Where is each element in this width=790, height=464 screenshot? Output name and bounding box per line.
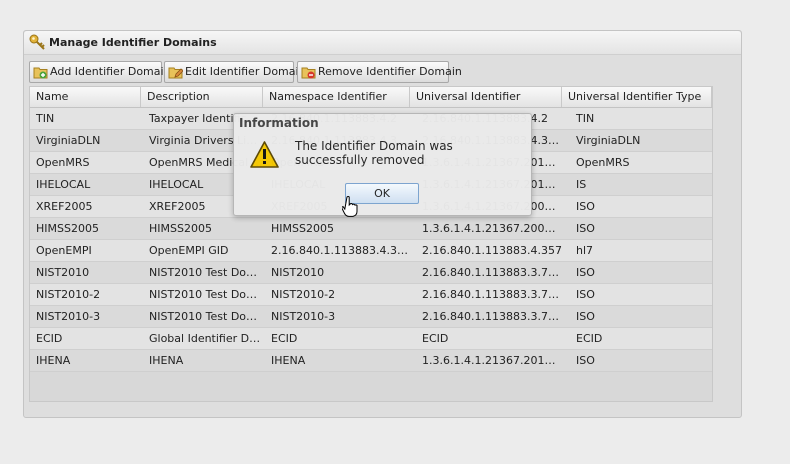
key-icon	[29, 34, 45, 50]
name-cell: ECID	[36, 332, 63, 345]
edit-identifier-domain-button[interactable]: Edit Identifier Domain	[164, 61, 306, 83]
universal-identifier-type-cell: ISO	[576, 200, 595, 213]
table-row[interactable]: NIST2010 NIST2010 Test Dom... NIST2010 2.16…	[30, 262, 712, 284]
add-button-label: Add Identifier Domain	[50, 65, 171, 78]
table-row[interactable]: HIMSS2005 HIMSS2005 HIMSS2005 1.3.6.1.4.1.2…	[30, 218, 712, 240]
remove-button-label: Remove Identifier Domain	[318, 65, 462, 78]
name-cell: XREF2005	[36, 200, 93, 213]
universal-identifier-type-cell: ISO	[576, 222, 595, 235]
folder-add-icon	[33, 67, 48, 79]
universal-identifier-type-cell: TIN	[576, 112, 595, 125]
column-header-universal-identifier[interactable]: Universal Identifier	[410, 87, 562, 107]
manage-identifier-domains-panel: Manage Identifier Domains Add Identifier…	[23, 30, 742, 418]
name-cell: IHELOCAL	[36, 178, 91, 191]
name-cell: NIST2010-3	[36, 310, 101, 323]
table-row[interactable]: IHENA IHENA IHENA 1.3.6.1.4.1.21367.2010.1.…	[30, 350, 712, 372]
warning-icon	[250, 141, 279, 168]
universal-identifier-type-cell: VirginiaDLN	[576, 134, 641, 147]
folder-remove-icon	[301, 67, 316, 79]
description-cell: NIST2010 Test Dom...	[149, 288, 263, 301]
name-cell: OpenEMPI	[36, 244, 92, 257]
description-cell: NIST2010 Test Dom...	[149, 266, 263, 279]
description-cell: OpenEMPI GID	[149, 244, 229, 257]
table-row[interactable]: NIST2010-2 NIST2010 Test Dom... NIST2010-2…	[30, 284, 712, 306]
name-cell: HIMSS2005	[36, 222, 99, 235]
description-cell: HIMSS2005	[149, 222, 212, 235]
namespace-identifier-cell: HIMSS2005	[271, 222, 334, 235]
universal-identifier-cell: 2.16.840.1.113883.3.72.5.9.1	[422, 266, 562, 279]
dialog-title: Information	[239, 116, 319, 130]
table-row[interactable]: OpenEMPI OpenEMPI GID 2.16.840.1.113883.4.…	[30, 240, 712, 262]
column-header-description[interactable]: Description	[141, 87, 263, 107]
namespace-identifier-cell: NIST2010	[271, 266, 325, 279]
folder-edit-icon	[168, 67, 183, 79]
table-row[interactable]: NIST2010-3 NIST2010 Test Dom... NIST2010-3…	[30, 306, 712, 328]
universal-identifier-type-cell: IS	[576, 178, 587, 191]
hand-pointer-icon	[342, 196, 358, 217]
name-cell: OpenMRS	[36, 156, 90, 169]
column-header-namespace-identifier[interactable]: Namespace Identifier	[263, 87, 410, 107]
namespace-identifier-cell: 2.16.840.1.113883.4.357	[271, 244, 410, 257]
name-cell: VirginiaDLN	[36, 134, 101, 147]
universal-identifier-cell: 2.16.840.1.113883.3.72.5.9.2	[422, 288, 562, 301]
universal-identifier-type-cell: ISO	[576, 266, 595, 279]
name-cell: NIST2010	[36, 266, 90, 279]
universal-identifier-cell: 2.16.840.1.113883.4.357	[422, 244, 562, 257]
panel-header: Manage Identifier Domains	[24, 31, 741, 55]
universal-identifier-type-cell: OpenMRS	[576, 156, 630, 169]
universal-identifier-type-cell: ISO	[576, 310, 595, 323]
panel-title: Manage Identifier Domains	[49, 36, 217, 49]
information-dialog: Information The Identifier Domain was su…	[233, 113, 532, 216]
name-cell: NIST2010-2	[36, 288, 101, 301]
column-header-name[interactable]: Name	[30, 87, 141, 107]
universal-identifier-cell: 1.3.6.1.4.1.21367.2005.1.1	[422, 222, 562, 235]
table-row[interactable]: ECID Global Identifier Do... ECID ECID ECID	[30, 328, 712, 350]
namespace-identifier-cell: IHENA	[271, 354, 306, 367]
description-cell: Global Identifier Do...	[149, 332, 263, 345]
universal-identifier-cell: ECID	[422, 332, 449, 345]
namespace-identifier-cell: NIST2010-3	[271, 310, 336, 323]
edit-button-label: Edit Identifier Domain	[185, 65, 306, 78]
name-cell: TIN	[36, 112, 55, 125]
universal-identifier-type-cell: ISO	[576, 354, 595, 367]
universal-identifier-type-cell: ISO	[576, 288, 595, 301]
namespace-identifier-cell: ECID	[271, 332, 298, 345]
description-cell: IHENA	[149, 354, 184, 367]
universal-identifier-cell: 2.16.840.1.113883.3.72.5.9.3	[422, 310, 562, 323]
grid-header: Name Description Namespace Identifier Un…	[30, 87, 712, 108]
remove-identifier-domain-button[interactable]: Remove Identifier Domain	[297, 61, 462, 83]
namespace-identifier-cell: NIST2010-2	[271, 288, 336, 301]
description-cell: NIST2010 Test Dom...	[149, 310, 263, 323]
name-cell: IHENA	[36, 354, 71, 367]
column-header-universal-identifier-type[interactable]: Universal Identifier Type	[562, 87, 712, 107]
universal-identifier-type-cell: ECID	[576, 332, 603, 345]
dialog-message: The Identifier Domain was successfully r…	[295, 139, 453, 167]
universal-identifier-type-cell: hl7	[576, 244, 594, 257]
universal-identifier-cell: 1.3.6.1.4.1.21367.2010.1.2...	[422, 354, 562, 367]
add-identifier-domain-button[interactable]: Add Identifier Domain	[29, 61, 171, 83]
